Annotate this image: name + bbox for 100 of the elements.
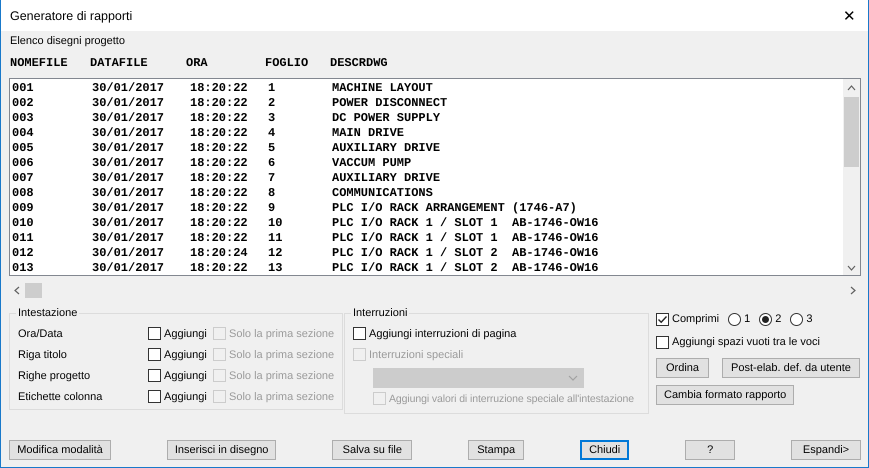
- scroll-thumb[interactable]: [25, 283, 42, 298]
- footer-button[interactable]: Espandi>: [791, 440, 861, 460]
- table-cell-text: 8: [268, 186, 276, 201]
- checkbox-label: Solo la prima sezione: [229, 348, 334, 360]
- table-cell-text: POWER DISCONNECT: [332, 96, 448, 111]
- checkbox[interactable]: [656, 336, 669, 348]
- scroll-thumb[interactable]: [844, 97, 859, 167]
- list-label: Elenco disegni progetto: [9, 35, 126, 49]
- table-cell-text: 30/01/2017: [92, 216, 166, 231]
- table-cell-text: 18:20:22: [190, 96, 249, 111]
- table-cell-text: PLC I/O RACK 1 / SLOT 2 AB-1746-OW16: [332, 246, 600, 261]
- table-cell-text: 30/01/2017: [92, 246, 166, 261]
- table-cell-text: 30/01/2017: [92, 156, 166, 171]
- checkbox-label: Aggiungi spazi vuoti tra le voci: [672, 336, 820, 348]
- table-cell-text: 6: [268, 156, 276, 171]
- checkbox-label: Aggiungi: [164, 328, 207, 340]
- table-cell-text: 18:20:22: [190, 261, 249, 276]
- table-cell-text: MACHINE LAYOUT: [332, 81, 434, 96]
- table-cell-text: 18:20:22: [190, 186, 249, 201]
- option-button[interactable]: Post-elab. def. da utente: [722, 358, 860, 378]
- table-cell-text: 001: [12, 81, 35, 96]
- table-cell-text: 18:20:24: [190, 246, 249, 261]
- table-cell-text: 18:20:22: [190, 156, 249, 171]
- table-cell-text: 13: [268, 261, 284, 276]
- table-cell-text: 003: [12, 111, 35, 126]
- footer-button[interactable]: Modifica modalità: [9, 440, 111, 460]
- table-cell-text: 30/01/2017: [92, 96, 166, 111]
- table-cell-text: MAIN DRIVE: [332, 126, 406, 141]
- vertical-scrollbar[interactable]: [843, 79, 860, 275]
- table-cell-text: PLC I/O RACK 1 / SLOT 1 AB-1746-OW16: [332, 216, 600, 231]
- table-cell-text: 005: [12, 141, 35, 156]
- scroll-left-icon[interactable]: [13, 286, 21, 295]
- table-cell-text: AUXILIARY DRIVE: [332, 171, 442, 186]
- footer-button[interactable]: Inserisci in disegno: [166, 440, 276, 460]
- checkbox-label: Solo la prima sezione: [229, 328, 334, 340]
- table-cell-text: 18:20:22: [190, 171, 249, 186]
- checkbox[interactable]: [148, 390, 161, 403]
- row-label: Righe progetto: [18, 370, 92, 382]
- checkbox[interactable]: [656, 312, 669, 326]
- table-cell-text: 30/01/2017: [92, 81, 166, 96]
- radio-button[interactable]: [759, 312, 772, 326]
- table-cell-text: 008: [12, 186, 35, 201]
- table-cell-text: 010: [12, 216, 35, 231]
- table-cell-text: 1: [268, 81, 276, 96]
- row-label: Etichette colonna: [18, 390, 104, 402]
- option-button[interactable]: Ordina: [656, 358, 710, 378]
- radio-button[interactable]: [790, 312, 804, 326]
- table-cell-text: 18:20:22: [190, 111, 249, 126]
- table-cell-text: 9: [268, 201, 276, 216]
- checkbox[interactable]: [148, 369, 161, 382]
- row-label: Riga titolo: [18, 348, 68, 360]
- table-cell-text: 3: [268, 111, 276, 126]
- table-cell-text: 30/01/2017: [92, 126, 166, 141]
- checkbox-label: Aggiungi interruzioni di pagina: [369, 328, 516, 340]
- table-cell-text: 18:20:22: [190, 231, 249, 246]
- scroll-right-icon[interactable]: [849, 286, 857, 295]
- radio-button[interactable]: [728, 312, 742, 326]
- option-button[interactable]: Cambia formato rapporto: [656, 385, 794, 405]
- table-cell-text: COMMUNICATIONS: [332, 186, 434, 201]
- table-cell-text: 11: [268, 231, 284, 246]
- table-cell-text: 30/01/2017: [92, 141, 166, 156]
- table-cell-text: 4: [268, 126, 276, 141]
- table-cell-text: 30/01/2017: [92, 231, 166, 246]
- footer-button[interactable]: Chiudi: [580, 440, 630, 460]
- column-header: DESCRDWG: [330, 56, 389, 70]
- table-cell-text: 30/01/2017: [92, 261, 166, 276]
- table-cell-text: 009: [12, 201, 35, 216]
- column-header: DATAFILE: [90, 56, 149, 70]
- checkbox-label: Aggiungi: [164, 370, 207, 382]
- footer-button[interactable]: ?: [685, 440, 736, 460]
- checkbox[interactable]: [148, 327, 161, 340]
- checkbox[interactable]: [148, 348, 161, 361]
- radio-label: 2: [775, 313, 782, 325]
- footer-button[interactable]: Stampa: [468, 440, 524, 460]
- drawing-list[interactable]: [9, 78, 861, 276]
- table-cell-text: 18:20:22: [190, 141, 249, 156]
- close-button[interactable]: ✕: [841, 6, 858, 24]
- checkbox-label: Aggiungi: [164, 390, 207, 402]
- table-cell-text: VACCUM PUMP: [332, 156, 412, 171]
- table-cell-text: 7: [268, 171, 276, 186]
- table-cell-text: 2: [268, 96, 276, 111]
- table-cell-text: 011: [12, 231, 35, 246]
- group-title: Interruzioni: [352, 307, 408, 319]
- radio-label: 1: [744, 313, 750, 325]
- radio-label: 3: [806, 313, 812, 325]
- table-cell-text: 30/01/2017: [92, 186, 166, 201]
- table-cell-text: 18:20:22: [190, 216, 249, 231]
- checkbox-label: Aggiungi: [164, 348, 207, 360]
- checkbox-label: Comprimi: [672, 313, 720, 325]
- table-cell-text: PLC I/O RACK 1 / SLOT 2 AB-1746-OW16: [332, 261, 600, 276]
- row-label: Ora/Data: [18, 328, 64, 340]
- checkbox[interactable]: [353, 327, 366, 340]
- window-title: Generatore di rapporti: [10, 8, 132, 22]
- checkbox-label: Aggiungi valori di interruzione speciale all'intestazione: [389, 392, 634, 404]
- table-cell-text: 012: [12, 246, 35, 261]
- table-cell-text: 18:20:22: [190, 126, 249, 141]
- table-cell-text: 30/01/2017: [92, 201, 166, 216]
- table-cell-text: 30/01/2017: [92, 171, 166, 186]
- table-cell-text: PLC I/O RACK ARRANGEMENT (1746-A7): [332, 201, 578, 216]
- footer-button[interactable]: Salva su file: [332, 440, 412, 460]
